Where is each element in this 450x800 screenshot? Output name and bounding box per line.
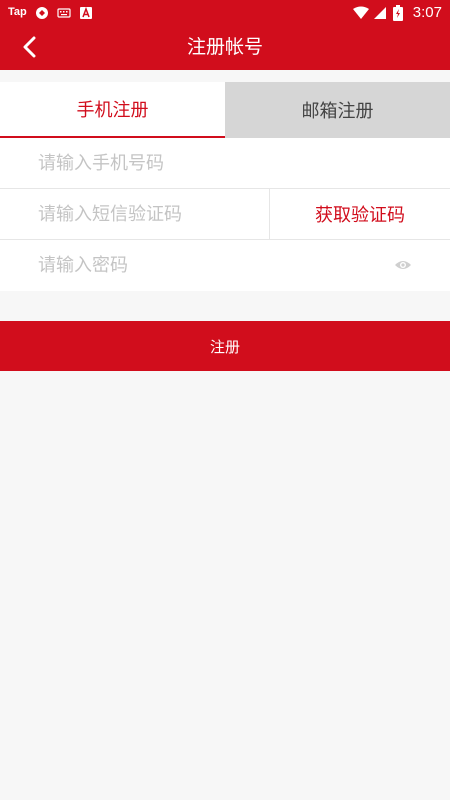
sms-code-input[interactable]: [0, 189, 269, 239]
sync-icon: [35, 5, 49, 19]
register-tabs: 手机注册 邮箱注册: [0, 82, 450, 138]
get-code-button[interactable]: 获取验证码: [269, 189, 450, 239]
wifi-icon: [352, 5, 369, 19]
password-input[interactable]: [0, 240, 450, 291]
keyboard-icon: [57, 5, 71, 19]
eye-icon[interactable]: [394, 257, 412, 273]
tab-email-register[interactable]: 邮箱注册: [225, 82, 450, 138]
password-row: [0, 240, 450, 291]
tab-phone-register[interactable]: 手机注册: [0, 82, 225, 138]
back-button[interactable]: [14, 32, 44, 62]
register-form: 获取验证码: [0, 138, 450, 291]
register-button[interactable]: 注册: [0, 321, 450, 371]
status-bar: Tap 3:07: [0, 0, 450, 24]
code-row: 获取验证码: [0, 189, 450, 240]
chevron-left-icon: [23, 36, 36, 58]
status-time: 3:07: [412, 3, 442, 21]
signal-icon: [373, 5, 387, 19]
phone-input[interactable]: [0, 138, 450, 188]
battery-icon: [392, 5, 407, 21]
app-bar: 注册帐号: [0, 24, 450, 70]
status-app-label: Tap: [8, 6, 27, 18]
page-title: 注册帐号: [186, 36, 263, 58]
app-badge-icon: [79, 5, 93, 19]
phone-row: [0, 138, 450, 189]
